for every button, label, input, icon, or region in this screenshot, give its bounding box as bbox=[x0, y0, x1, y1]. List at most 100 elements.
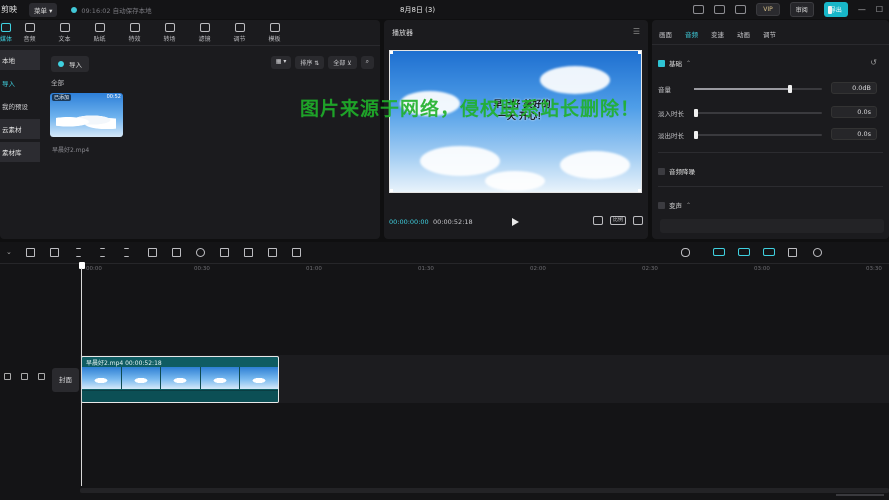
basic-checkbox[interactable] bbox=[658, 59, 665, 67]
tab-audio-props[interactable]: 音频 bbox=[678, 20, 704, 44]
tab-adjust[interactable]: 调节 bbox=[222, 20, 257, 45]
split-right-icon[interactable] bbox=[124, 248, 129, 257]
mirror-icon[interactable] bbox=[220, 248, 229, 257]
cloud-shape bbox=[540, 66, 610, 94]
volume-slider[interactable] bbox=[694, 85, 822, 93]
fadeout-value[interactable]: 0.0s bbox=[831, 128, 877, 140]
playhead[interactable] bbox=[81, 268, 82, 486]
side-item-presets[interactable]: 我的预设 bbox=[0, 96, 40, 116]
view-mode-button[interactable]: ▦ ▾ bbox=[270, 56, 292, 69]
eye-icon[interactable] bbox=[21, 373, 28, 380]
tab-template[interactable]: 模板 bbox=[257, 20, 292, 45]
zoom-slider[interactable] bbox=[836, 494, 884, 496]
player-menu-icon[interactable]: ☰ bbox=[633, 27, 640, 36]
search-icon[interactable]: ⌕ bbox=[360, 56, 374, 69]
denoise-section[interactable]: 音频降噪 bbox=[658, 166, 695, 176]
volume-slider-fill bbox=[694, 88, 790, 90]
video-preview[interactable]: 早上好 美好的一天 开心！ bbox=[389, 50, 642, 193]
fadeout-slider-knob[interactable] bbox=[694, 131, 698, 139]
speaker-icon[interactable] bbox=[38, 373, 45, 380]
reverse-icon[interactable] bbox=[196, 248, 205, 257]
tab-animation[interactable]: 动画 bbox=[730, 20, 756, 44]
resize-handle[interactable] bbox=[390, 189, 393, 192]
ruler-label: 00:00 bbox=[86, 266, 102, 272]
list-icon[interactable] bbox=[735, 5, 747, 14]
sort-button[interactable]: 排序 ⇅ bbox=[295, 56, 325, 69]
picture-in-picture-icon[interactable] bbox=[292, 248, 301, 257]
resize-handle[interactable] bbox=[638, 189, 641, 192]
filter-button[interactable]: 全部 ⊻ bbox=[328, 56, 357, 69]
fadein-slider[interactable] bbox=[694, 109, 822, 117]
rotate-icon[interactable] bbox=[244, 248, 253, 257]
crop-icon[interactable] bbox=[268, 248, 277, 257]
ratio-button[interactable]: 比例 bbox=[609, 216, 626, 225]
divider bbox=[658, 152, 883, 153]
tab-audio[interactable]: 音频 bbox=[12, 20, 47, 45]
maximize-icon[interactable]: ☐ bbox=[876, 5, 883, 14]
zoom-out-icon[interactable] bbox=[813, 248, 822, 257]
fadein-value[interactable]: 0.0s bbox=[831, 106, 877, 118]
tab-text[interactable]: 文本 bbox=[47, 20, 82, 45]
side-item-import[interactable]: 导入 bbox=[0, 73, 40, 93]
media-thumbnail[interactable]: 已添加 00:52 bbox=[50, 93, 123, 137]
fadein-slider-knob[interactable] bbox=[694, 109, 698, 117]
tab-speed[interactable]: 变速 bbox=[704, 20, 730, 44]
side-item-local[interactable]: 本地 bbox=[0, 50, 40, 70]
tab-media[interactable]: 媒体 bbox=[0, 20, 12, 45]
tab-transition[interactable]: 转场 bbox=[152, 20, 187, 45]
volume-slider-knob[interactable] bbox=[788, 85, 792, 93]
tab-picture[interactable]: 画面 bbox=[652, 20, 678, 44]
video-clip[interactable]: 早晨好2.mp4 00:00:52:18 bbox=[81, 356, 279, 403]
tab-adjust-props[interactable]: 调节 bbox=[756, 20, 782, 44]
fadeout-slider[interactable] bbox=[694, 131, 822, 139]
align-icon[interactable] bbox=[788, 248, 797, 257]
volume-value[interactable]: 0.0dB bbox=[831, 82, 877, 94]
side-item-library[interactable]: 素材库 bbox=[0, 142, 40, 162]
import-button[interactable]: 导入 bbox=[51, 56, 89, 72]
tab-filter[interactable]: 滤镜 bbox=[187, 20, 222, 45]
side-item-cloud[interactable]: 云素材 bbox=[0, 119, 40, 139]
resize-handle[interactable] bbox=[638, 51, 641, 54]
review-button[interactable]: 审阅 bbox=[789, 2, 814, 17]
timeline-ruler[interactable]: 00:00 00:30 01:00 01:30 02:00 02:30 03:0… bbox=[82, 264, 889, 278]
zoom-slider-knob[interactable] bbox=[828, 6, 832, 14]
split-left-icon[interactable] bbox=[100, 248, 105, 257]
clip-frame bbox=[240, 367, 278, 389]
preview-axis-icon[interactable] bbox=[763, 248, 775, 256]
vip-badge[interactable]: VIP bbox=[756, 3, 780, 16]
reset-icon[interactable]: ↺ bbox=[870, 58, 877, 67]
magnet-snap-icon[interactable] bbox=[713, 248, 725, 256]
basic-section[interactable]: 基础 ⌃ bbox=[658, 58, 691, 68]
media-file-name: 早晨好2.mp4 bbox=[52, 147, 90, 154]
denoise-checkbox[interactable] bbox=[658, 167, 665, 175]
resize-handle[interactable] bbox=[390, 51, 393, 54]
tab-sticker[interactable]: 贴纸 bbox=[82, 20, 117, 45]
redo-icon[interactable] bbox=[50, 248, 59, 257]
layout-icon[interactable] bbox=[693, 5, 705, 14]
minimize-icon[interactable]: — bbox=[858, 5, 866, 14]
lock-icon[interactable] bbox=[4, 373, 11, 380]
track-header bbox=[0, 373, 45, 380]
delete-icon[interactable] bbox=[148, 248, 157, 257]
shortcut-icon[interactable] bbox=[714, 5, 726, 14]
menu-button[interactable]: 菜单 ▾ bbox=[29, 2, 58, 17]
chevron-down-icon[interactable]: ⌄ bbox=[6, 248, 15, 257]
split-icon[interactable] bbox=[76, 248, 81, 257]
timeline-scrollbar[interactable] bbox=[80, 488, 889, 493]
properties-panel: 画面 音频 变速 动画 调节 基础 ⌃ ↺ 音量 0.0dB 淡入时长 0.0s… bbox=[652, 20, 889, 239]
tab-effects[interactable]: 特效 bbox=[117, 20, 152, 45]
voice-change-checkbox[interactable] bbox=[658, 201, 665, 209]
play-icon[interactable] bbox=[512, 218, 519, 226]
cover-button[interactable]: 封面 bbox=[52, 368, 79, 392]
voice-change-section[interactable]: 变声 ⌃ bbox=[658, 200, 691, 210]
playhead-handle[interactable] bbox=[79, 262, 85, 269]
template-icon bbox=[269, 23, 280, 32]
link-icon[interactable] bbox=[738, 248, 750, 256]
voice-change-label: 变声 bbox=[669, 202, 682, 210]
undo-icon[interactable] bbox=[26, 248, 35, 257]
microphone-icon[interactable] bbox=[681, 248, 690, 257]
screenshot-icon[interactable] bbox=[592, 216, 603, 225]
fullscreen-icon[interactable] bbox=[633, 216, 643, 225]
voice-presets-area[interactable] bbox=[660, 219, 884, 233]
freeze-icon[interactable] bbox=[172, 248, 181, 257]
